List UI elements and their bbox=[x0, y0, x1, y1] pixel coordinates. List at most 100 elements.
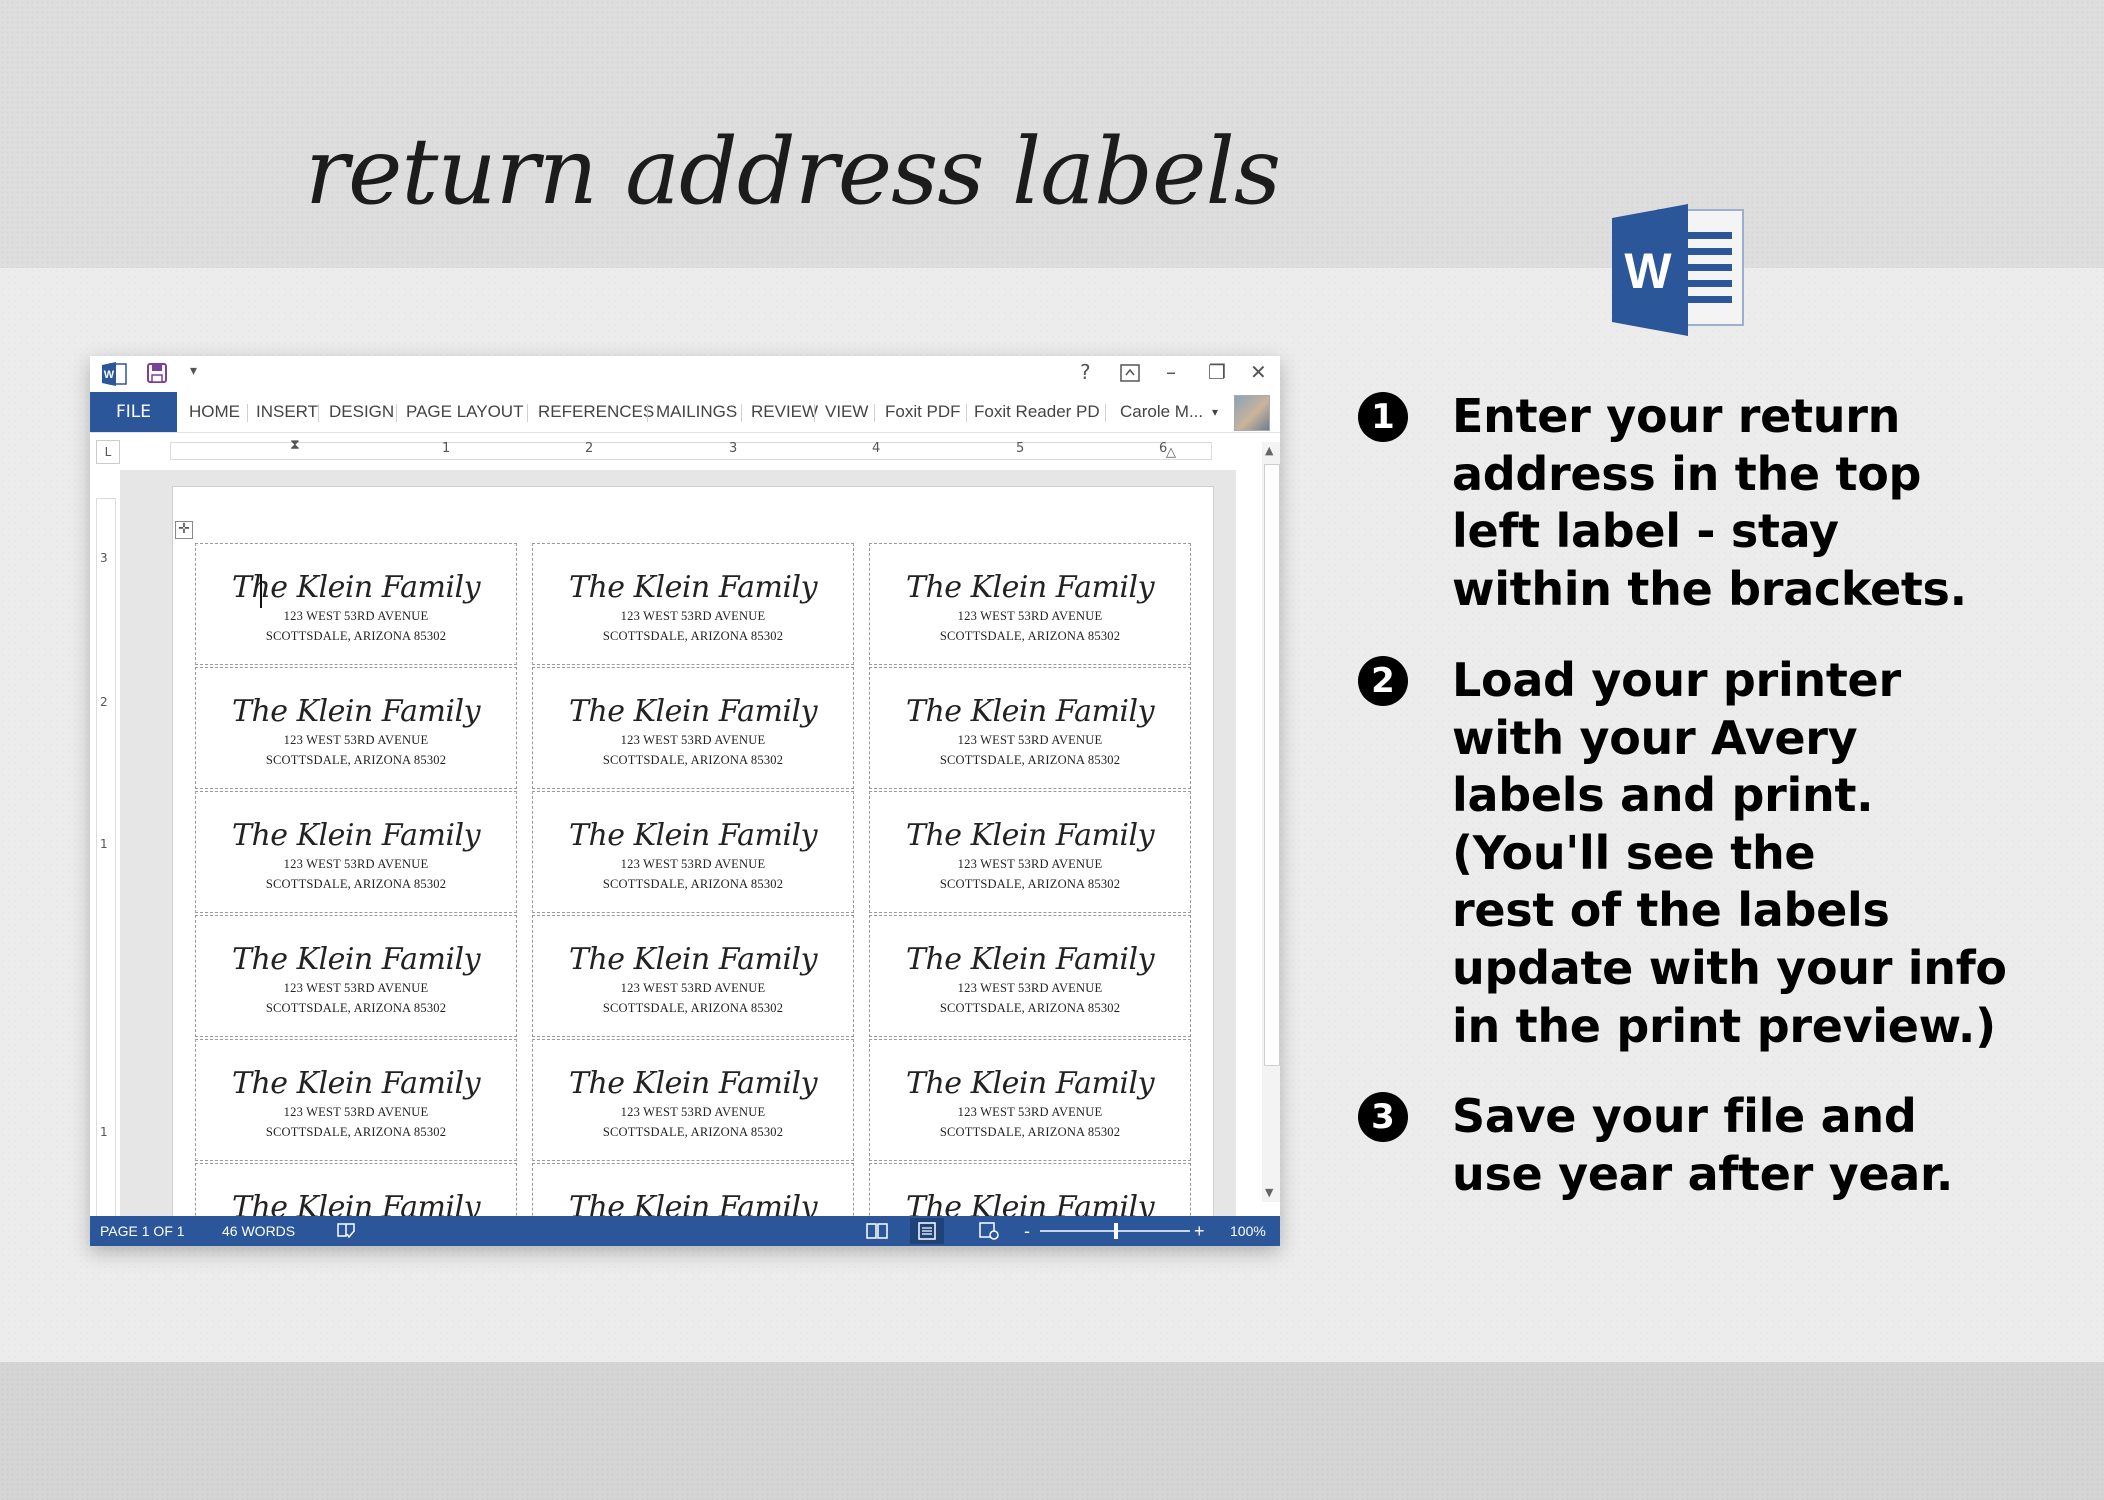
restore-button[interactable]: ❐ bbox=[1208, 360, 1226, 384]
ruler-number: 1 bbox=[442, 441, 451, 456]
ruler-number: 1 bbox=[100, 837, 108, 851]
minimize-button[interactable]: – bbox=[1166, 360, 1176, 384]
tab-references[interactable]: REFERENCES bbox=[538, 392, 654, 432]
tab-view[interactable]: VIEW bbox=[825, 392, 868, 432]
table-move-handle-icon[interactable]: ✛ bbox=[175, 521, 193, 539]
ruler-number: 3 bbox=[100, 551, 108, 565]
address-label[interactable]: The Klein Family123 WEST 53RD AVENUESCOT… bbox=[195, 791, 517, 913]
label-street: 123 WEST 53RD AVENUE bbox=[957, 1105, 1103, 1119]
label-street: 123 WEST 53RD AVENUE bbox=[283, 609, 429, 623]
word-window: W ▾ ? – ❐ ✕ FILE HOME INSERT DESIGN PAGE… bbox=[90, 356, 1280, 1246]
document-area[interactable]: ✛ The Klein Family 123 WEST 53RD AVENUE SC… bbox=[120, 470, 1236, 1222]
address-label[interactable]: The Klein Family 123 WEST 53RD AVENUE SCOT… bbox=[532, 543, 854, 665]
ribbon-display-options-icon[interactable] bbox=[1120, 364, 1140, 382]
zoom-slider-thumb[interactable] bbox=[1114, 1223, 1118, 1239]
help-button[interactable]: ? bbox=[1080, 360, 1091, 384]
tab-home[interactable]: HOME bbox=[189, 392, 240, 432]
label-name: The Klein Family bbox=[905, 1066, 1155, 1101]
scroll-down-icon[interactable]: ▼ bbox=[1265, 1186, 1273, 1199]
address-label[interactable]: The Klein Family123 WEST 53RD AVENUESCOT… bbox=[869, 1039, 1191, 1161]
tab-mailings[interactable]: MAILINGS bbox=[656, 392, 737, 432]
address-label[interactable]: The Klein Family123 WEST 53RD AVENUESCOT… bbox=[195, 543, 517, 665]
proofing-icon[interactable] bbox=[336, 1222, 356, 1240]
tab-foxit-pdf[interactable]: Foxit PDF bbox=[885, 392, 961, 432]
address-label[interactable]: The Klein Family123 WEST 53RD AVENUESCOT… bbox=[532, 1163, 854, 1222]
print-layout-icon bbox=[918, 1222, 936, 1240]
user-dropdown-icon[interactable]: ▾ bbox=[1212, 392, 1218, 432]
zoom-out-button[interactable]: - bbox=[1024, 1216, 1030, 1246]
word-count[interactable]: 46 WORDS bbox=[222, 1216, 295, 1246]
label-street: 123 WEST 53RD AVENUE bbox=[283, 733, 429, 747]
tab-review[interactable]: REVIEW bbox=[751, 392, 818, 432]
read-mode-icon[interactable] bbox=[866, 1222, 888, 1240]
label-street: 123 WEST 53RD AVENUE bbox=[620, 609, 766, 623]
label-street: 123 WEST 53RD AVENUE bbox=[620, 733, 766, 747]
page-count[interactable]: PAGE 1 OF 1 bbox=[100, 1216, 185, 1246]
address-label[interactable]: The Klein Family123 WEST 53RD AVENUESCOT… bbox=[195, 1039, 517, 1161]
address-label[interactable]: The Klein Family123 WEST 53RD AVENUESCOT… bbox=[869, 1163, 1191, 1222]
address-label[interactable]: The Klein Family123 WEST 53RD AVENUESCOT… bbox=[532, 667, 854, 789]
label-city: SCOTTSDALE, ARIZONA 85302 bbox=[265, 753, 447, 767]
avatar[interactable] bbox=[1234, 395, 1270, 431]
tab-separator bbox=[527, 404, 528, 422]
text-cursor bbox=[260, 574, 262, 608]
title-bar: W ▾ ? – ❐ ✕ bbox=[90, 356, 1280, 392]
address-label[interactable]: The Klein Family123 WEST 53RD AVENUESCOT… bbox=[532, 915, 854, 1037]
web-layout-icon[interactable] bbox=[978, 1222, 1000, 1240]
zoom-in-button[interactable]: + bbox=[1194, 1216, 1205, 1246]
address-label[interactable]: The Klein Family123 WEST 53RD AVENUESCOT… bbox=[869, 791, 1191, 913]
horizontal-ruler[interactable]: 1 2 3 4 5 6 ⧗ △ bbox=[170, 437, 1212, 460]
indent-marker-icon[interactable]: ⧗ bbox=[290, 437, 300, 453]
address-label[interactable]: The Klein Family123 WEST 53RD AVENUESCOT… bbox=[532, 791, 854, 913]
address-label[interactable]: The Klein Family123 WEST 53RD AVENUESCOT… bbox=[869, 543, 1191, 665]
address-label[interactable]: The Klein Family 123 WEST 53RD AVENUE SCOT… bbox=[195, 667, 517, 789]
label-street: 123 WEST 53RD AVENUE bbox=[283, 857, 429, 871]
label-city: SCOTTSDALE, ARIZONA 85302 bbox=[602, 629, 784, 643]
scrollbar-thumb[interactable] bbox=[1264, 464, 1280, 1066]
background-bottom-band bbox=[0, 1362, 2104, 1500]
ribbon-tabs: FILE HOME INSERT DESIGN PAGE LAYOUT REFE… bbox=[90, 392, 1280, 433]
label-name: The Klein Family bbox=[905, 570, 1155, 605]
right-indent-marker-icon[interactable]: △ bbox=[1166, 445, 1176, 460]
print-layout-button[interactable] bbox=[910, 1218, 944, 1244]
tab-page-layout[interactable]: PAGE LAYOUT bbox=[406, 392, 523, 432]
quick-access-dropdown-icon[interactable]: ▾ bbox=[190, 363, 197, 379]
label-street: 123 WEST 53RD AVENUE bbox=[957, 981, 1103, 995]
label-name: The Klein Family bbox=[231, 1066, 481, 1101]
tab-insert[interactable]: INSERT bbox=[256, 392, 318, 432]
user-name[interactable]: Carole M... bbox=[1120, 392, 1203, 432]
label-city: SCOTTSDALE, ARIZONA 85302 bbox=[602, 1001, 784, 1015]
tab-foxit-reader-pdf[interactable]: Foxit Reader PD bbox=[974, 392, 1100, 432]
vertical-scrollbar[interactable]: ▲ ▼ bbox=[1262, 442, 1280, 1202]
label-street: 123 WEST 53RD AVENUE bbox=[283, 1105, 429, 1119]
label-street: 123 WEST 53RD AVENUE bbox=[283, 981, 429, 995]
status-bar: PAGE 1 OF 1 46 WORDS - + 100% bbox=[90, 1216, 1280, 1246]
document-page[interactable]: ✛ The Klein Family 123 WEST 53RD AVENUE SC… bbox=[172, 486, 1214, 1222]
word-app-icon[interactable]: W bbox=[102, 362, 128, 386]
tab-selector[interactable]: L bbox=[96, 440, 120, 464]
word-logo-icon: W bbox=[1612, 204, 1744, 336]
label-city: SCOTTSDALE, ARIZONA 85302 bbox=[265, 877, 447, 891]
address-label[interactable]: The Klein Family123 WEST 53RD AVENUESCOT… bbox=[195, 915, 517, 1037]
tab-file[interactable]: FILE bbox=[90, 392, 177, 432]
scroll-up-icon[interactable]: ▲ bbox=[1265, 444, 1273, 457]
label-name: The Klein Family bbox=[231, 694, 481, 729]
label-name: The Klein Family bbox=[568, 570, 818, 605]
address-label[interactable]: The Klein Family123 WEST 53RD AVENUESCOT… bbox=[869, 915, 1191, 1037]
label-name: The Klein Family bbox=[905, 942, 1155, 977]
close-button[interactable]: ✕ bbox=[1250, 360, 1267, 384]
label-city: SCOTTSDALE, ARIZONA 85302 bbox=[939, 629, 1121, 643]
label-city: SCOTTSDALE, ARIZONA 85302 bbox=[602, 1125, 784, 1139]
zoom-level[interactable]: 100% bbox=[1230, 1216, 1266, 1246]
label-name: The Klein Family bbox=[568, 1066, 818, 1101]
address-label[interactable]: The Klein Family123 WEST 53RD AVENUESCOT… bbox=[532, 1039, 854, 1161]
label-city: SCOTTSDALE, ARIZONA 85302 bbox=[265, 1001, 447, 1015]
vertical-ruler[interactable]: 3 2 1 1 bbox=[96, 498, 116, 1220]
label-name: The Klein Family bbox=[568, 694, 818, 729]
tab-design[interactable]: DESIGN bbox=[329, 392, 394, 432]
save-icon[interactable] bbox=[146, 362, 168, 384]
address-label[interactable]: The Klein Family123 WEST 53RD AVENUESCOT… bbox=[869, 667, 1191, 789]
step-number-badge: 2 bbox=[1358, 656, 1408, 706]
tab-separator bbox=[741, 404, 742, 422]
address-label[interactable]: The Klein Family123 WEST 53RD AVENUESCOT… bbox=[195, 1163, 517, 1222]
